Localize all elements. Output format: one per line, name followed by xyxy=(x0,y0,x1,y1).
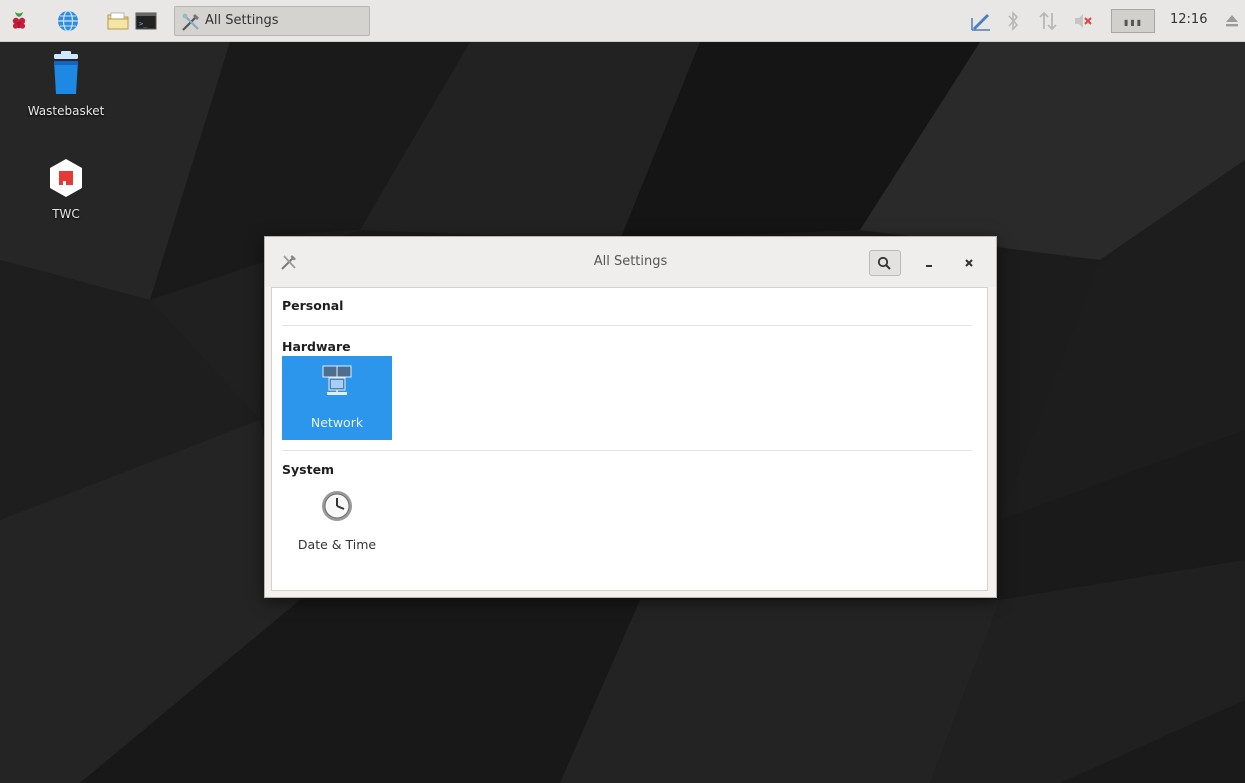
pen-tool-icon[interactable] xyxy=(968,8,994,34)
search-icon xyxy=(877,256,891,270)
settings-window: All Settings Personal Hardware Network S… xyxy=(264,236,997,598)
eject-icon[interactable] xyxy=(1223,8,1241,34)
settings-item-date-time[interactable]: Date & Time xyxy=(282,478,392,562)
twc-logo-icon xyxy=(50,159,82,197)
close-button[interactable] xyxy=(957,251,981,275)
terminal-icon[interactable]: >_ xyxy=(134,9,158,33)
section-title-hardware: Hardware xyxy=(282,339,351,354)
raspberry-menu-icon[interactable] xyxy=(7,9,31,33)
taskbar-window-button-all-settings[interactable]: All Settings xyxy=(174,6,370,36)
network-icon xyxy=(322,365,352,395)
settings-content: Personal Hardware Network System Date & … xyxy=(271,287,988,591)
settings-item-network[interactable]: Network xyxy=(282,356,392,440)
monitor-bars: ▮▮▮ xyxy=(1124,18,1144,27)
taskbar-window-label: All Settings xyxy=(205,13,279,28)
desktop-icon-twc[interactable]: TWC xyxy=(21,157,111,221)
clock[interactable]: 12:16 xyxy=(1170,12,1207,27)
cpu-monitor-widget[interactable]: ▮▮▮ xyxy=(1111,9,1155,33)
settings-item-label: Date & Time xyxy=(297,537,377,552)
window-titlebar[interactable]: All Settings xyxy=(265,237,996,287)
desktop-icon-label: TWC xyxy=(52,207,80,221)
section-title-system: System xyxy=(282,462,335,477)
taskbar: >_ All Settings ▮▮▮ 12:16 xyxy=(0,0,1245,42)
globe-icon[interactable] xyxy=(56,9,80,33)
section-title-personal: Personal xyxy=(282,298,344,313)
volume-muted-icon[interactable] xyxy=(1072,8,1094,34)
clock-icon xyxy=(322,491,352,521)
network-arrows-icon[interactable] xyxy=(1036,8,1060,34)
folder-icon[interactable] xyxy=(106,9,130,33)
desktop-icon-label: Wastebasket xyxy=(27,104,105,118)
section-separator xyxy=(282,450,972,451)
minimize-button[interactable] xyxy=(917,251,941,275)
settings-tools-icon xyxy=(182,13,199,31)
desktop-icon-wastebasket[interactable]: Wastebasket xyxy=(21,50,111,118)
settings-item-label: Network xyxy=(310,415,364,430)
svg-text:>_: >_ xyxy=(139,20,148,28)
section-separator xyxy=(282,325,972,326)
search-button[interactable] xyxy=(869,250,901,276)
trash-icon xyxy=(54,51,78,94)
bluetooth-icon[interactable] xyxy=(1004,8,1022,34)
